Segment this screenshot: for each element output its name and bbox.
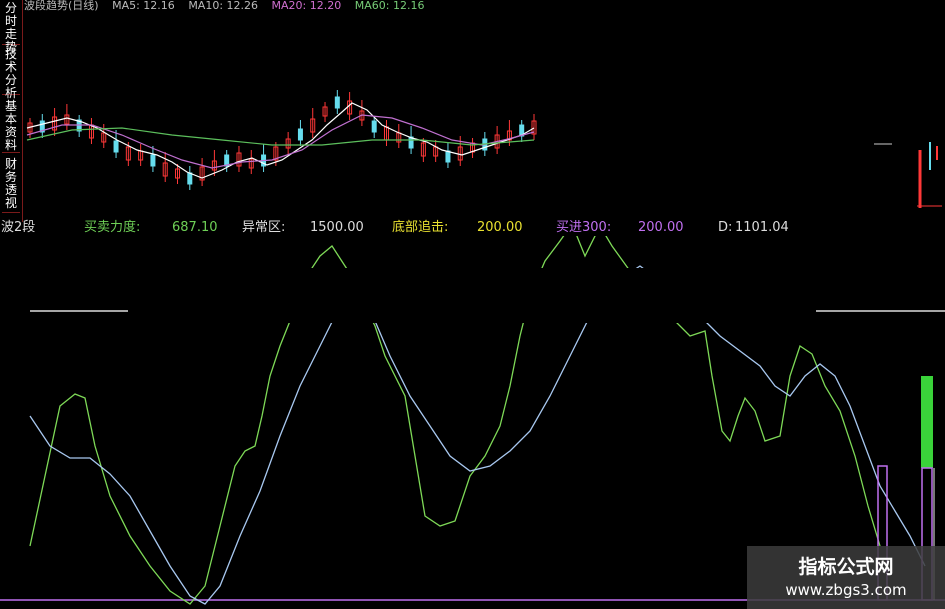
tab-label: 技术分析 [4, 47, 17, 100]
d-value: 1101.04 [735, 220, 789, 235]
tab-technical-analysis[interactable]: 技术分析 [2, 46, 20, 100]
indicator-header: 波2段 买卖力度: 687.10 异常区: 1500.00 底部追击: 200.… [0, 220, 945, 236]
price-chart[interactable] [22, 0, 945, 222]
buy-label: 买进300: [556, 220, 612, 235]
watermark-url: www.zbgs3.com [785, 581, 907, 599]
candle-body [150, 154, 156, 167]
abnormal-value: 1500.00 [310, 220, 364, 235]
tab-financial-view[interactable]: 财务透视 [2, 156, 20, 213]
watermark-logo: 指标公式网 www.zbgs3.com [747, 546, 945, 609]
abnormal-label: 异常区: [242, 220, 286, 235]
tab-label: 基本资料 [4, 99, 17, 152]
black-overlay-band [128, 268, 816, 323]
d-label: D: [718, 220, 733, 235]
candle-body [187, 172, 193, 185]
candle-body [445, 150, 451, 163]
bottom-chase-label: 底部追击: [392, 220, 449, 235]
tab-basic-info[interactable]: 基本资料 [2, 98, 20, 153]
candle-body [113, 140, 119, 153]
candle-body [371, 120, 377, 133]
green-signal-bar [921, 376, 933, 468]
indicator-name: 波2段 [1, 220, 36, 235]
tab-label: 财务透视 [4, 157, 17, 210]
candle-body [297, 128, 303, 141]
power-value: 687.10 [172, 220, 218, 235]
watermark-title: 指标公式网 [798, 556, 894, 578]
candlesticks [27, 90, 537, 190]
buy-value: 200.00 [638, 220, 684, 235]
power-label: 买卖力度: [84, 220, 141, 235]
candle-body [334, 96, 340, 109]
tab-time-trend[interactable]: 分时走势 [2, 0, 20, 54]
side-tabs: 分时走势 技术分析 基本资料 财务透视 [0, 0, 23, 222]
bottom-chase-value: 200.00 [477, 220, 523, 235]
